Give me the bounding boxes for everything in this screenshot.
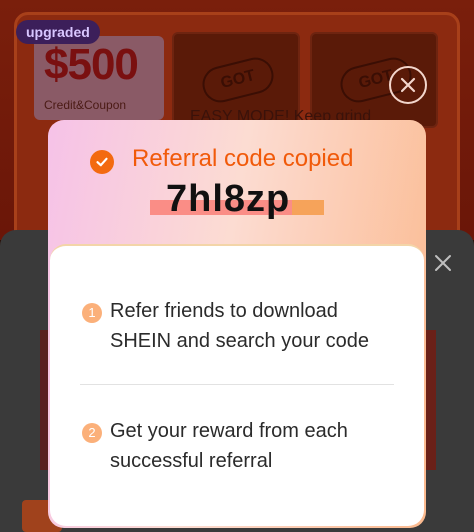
copied-status: Referral code copied — [132, 145, 354, 172]
close-icon — [400, 77, 416, 93]
step-text: Get your reward from each successful ref… — [110, 420, 348, 472]
close-icon — [435, 255, 451, 271]
step-number-badge: 1 — [82, 303, 102, 323]
credit-amount: $500 — [44, 40, 139, 89]
step-item-1: 1 Refer friends to download SHEIN and se… — [82, 300, 402, 356]
divider — [80, 384, 394, 385]
step-number-badge: 2 — [82, 423, 102, 443]
sheet-close-button[interactable] — [430, 250, 456, 276]
modal-close-button[interactable] — [389, 66, 427, 104]
referral-code[interactable]: 7hl8zp — [166, 178, 290, 221]
referral-modal: Referral code copied 7hl8zp 1 Refer frie… — [48, 120, 426, 528]
credit-label: Credit&Coupon — [44, 98, 127, 112]
step-item-2: 2 Get your reward from each successful r… — [82, 420, 402, 476]
code-highlight-accent — [292, 200, 324, 215]
steps-card: 1 Refer friends to download SHEIN and se… — [50, 244, 424, 526]
step-text: Refer friends to download SHEIN and sear… — [110, 300, 370, 352]
check-circle-icon — [90, 150, 114, 174]
